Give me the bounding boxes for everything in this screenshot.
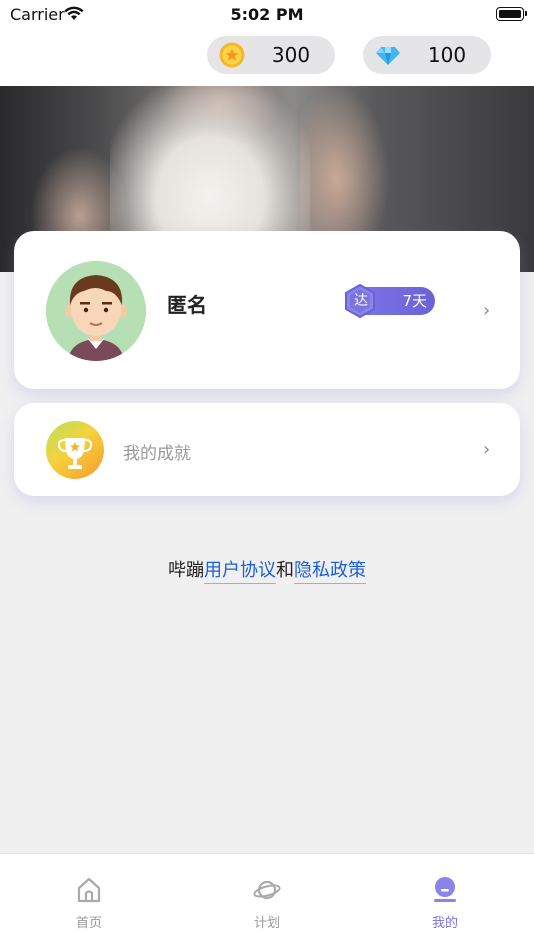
badge-char: 达 (354, 293, 368, 309)
currency-bar: 300 100 (0, 30, 534, 86)
username: 匿名 (167, 293, 207, 317)
agreement-line: 哔蹦用户协议和隐私政策 (0, 556, 534, 584)
planet-icon (253, 880, 281, 900)
coin-icon (219, 42, 245, 68)
chevron-right-icon: › (483, 300, 491, 321)
agreement-and: 和 (276, 560, 294, 581)
tab-home[interactable]: 首页 (0, 854, 178, 950)
gem-balance[interactable]: 100 (363, 36, 491, 74)
profile-icon (434, 877, 456, 902)
clock: 5:02 PM (230, 5, 304, 24)
diamond-icon (376, 47, 400, 65)
avatar[interactable] (46, 261, 146, 361)
tab-plan-label: 计划 (253, 916, 280, 931)
tab-home-label: 首页 (75, 916, 102, 931)
trophy-icon (46, 421, 104, 479)
battery-icon (496, 7, 527, 21)
achievement-label: 我的成就 (123, 444, 191, 464)
privacy-policy-link[interactable]: 隐私政策 (294, 560, 366, 584)
coin-count: 300 (271, 43, 311, 67)
tab-bar: 首页 计划 我的 (0, 853, 534, 950)
badge-days: 7天 (402, 292, 427, 310)
tab-mine[interactable]: 我的 (356, 854, 534, 950)
tab-mine-label: 我的 (431, 916, 458, 931)
achievement-row[interactable]: 我的成就 › (14, 403, 520, 496)
profile-card[interactable]: 匿名 达 7天 › (14, 231, 520, 389)
agreement-prefix: 哔蹦 (168, 560, 204, 581)
home-icon (77, 877, 101, 903)
user-agreement-link[interactable]: 用户协议 (204, 560, 276, 584)
coin-balance[interactable]: 300 (207, 36, 335, 74)
tab-plan[interactable]: 计划 (178, 854, 356, 950)
status-bar: Carrier 5:02 PM (0, 0, 534, 30)
avatar-illustration (46, 261, 146, 361)
gem-count: 100 (427, 43, 467, 67)
level-badge: 达 7天 (345, 284, 435, 318)
chevron-right-icon: › (483, 439, 491, 460)
